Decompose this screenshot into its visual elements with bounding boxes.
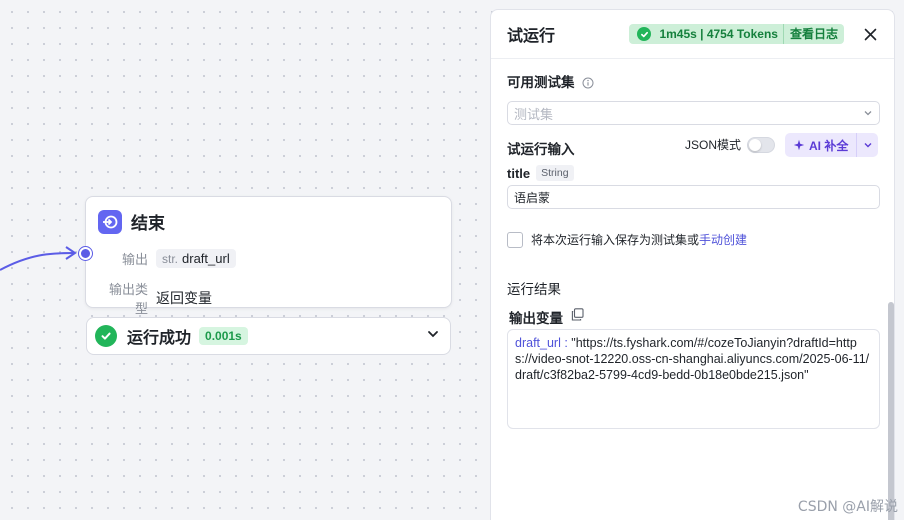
run-result-label: 运行结果 [507, 282, 561, 297]
ai-fill-dropdown[interactable] [856, 133, 879, 157]
panel-header: 试运行 1m45s | 4754 Tokens 查看日志 [491, 10, 894, 59]
info-icon[interactable] [582, 77, 594, 92]
output-label: 输出 [121, 252, 148, 267]
title-input[interactable]: 语启蒙 [507, 185, 880, 209]
output-variable-label: 输出变量 [509, 311, 563, 326]
connection-edge [0, 246, 77, 271]
output-variable-name: draft_url [182, 251, 230, 266]
json-mode-toggle[interactable] [747, 136, 776, 153]
ai-fill-label: AI 补全 [809, 138, 849, 153]
chevron-down-icon [864, 143, 872, 148]
save-test-set-row: 将本次运行输入保存为测试集或手动创建 [507, 231, 747, 248]
output-result-box[interactable]: draft_url : "https://ts.fyshark.com/#/co… [507, 329, 880, 429]
json-mode-control: JSON模式 [685, 136, 776, 153]
chevron-down-icon [863, 106, 873, 121]
run-input-label: 试运行输入 [507, 142, 575, 157]
field-name: title [507, 165, 531, 181]
end-node-icon [98, 209, 122, 234]
run-stats: 1m45s | 4754 Tokens [659, 27, 778, 41]
output-variable-type: str. [162, 251, 179, 266]
test-run-panel: 试运行 1m45s | 4754 Tokens 查看日志 可用测试集 测试集 试… [490, 9, 895, 520]
title-field-label: title String [507, 165, 574, 181]
manual-create-link[interactable]: 手动创建 [699, 233, 747, 247]
title-input-value: 语启蒙 [514, 190, 551, 205]
test-set-label: 可用测试集 [507, 75, 575, 90]
run-result-badge: 1m45s | 4754 Tokens 查看日志 [629, 24, 844, 44]
status-text: 运行成功 [127, 330, 192, 347]
ai-fill-button[interactable]: AI 补全 [785, 133, 857, 157]
panel-title: 试运行 [507, 28, 556, 45]
test-set-placeholder: 测试集 [514, 106, 554, 122]
sparkle-icon [793, 139, 805, 151]
run-time-badge: 0.001s [199, 327, 248, 345]
output-variable-chip: str. draft_url [156, 249, 236, 268]
node-title: 结束 [131, 214, 165, 233]
run-status-bar[interactable]: 运行成功 0.001s [86, 317, 451, 355]
ai-fill-button-group: AI 补全 [785, 133, 879, 157]
output-key: draft_url : [515, 336, 568, 350]
output-type-row: 输出类型 返回变量 [98, 279, 212, 317]
input-port[interactable] [79, 247, 92, 260]
chevron-down-icon[interactable] [426, 327, 440, 346]
success-check-icon [637, 27, 652, 41]
end-node-card[interactable]: 结束 输出 str. draft_url 输出类型 返回变量 [79, 196, 452, 316]
save-test-set-text: 将本次运行输入保存为测试集或 [531, 233, 700, 247]
field-type-tag: String [536, 165, 574, 181]
panel-scrollbar[interactable] [888, 302, 894, 520]
close-icon[interactable] [862, 26, 878, 42]
output-variable-header: 输出变量 [509, 307, 584, 327]
copy-icon[interactable] [571, 308, 584, 326]
test-set-select[interactable]: 测试集 [507, 101, 880, 125]
test-set-section: 可用测试集 [507, 71, 594, 92]
save-test-set-checkbox[interactable] [507, 231, 523, 248]
output-row: 输出 str. draft_url [98, 249, 236, 268]
view-log-button[interactable]: 查看日志 [782, 24, 844, 44]
output-value: "https://ts.fyshark.com/#/cozeToJianyin?… [515, 336, 870, 382]
output-type-value: 返回变量 [156, 290, 212, 306]
watermark: CSDN @AI解说 [797, 499, 898, 515]
json-mode-label: JSON模式 [685, 138, 742, 152]
output-type-label: 输出类型 [108, 282, 148, 316]
success-check-icon [95, 325, 117, 347]
